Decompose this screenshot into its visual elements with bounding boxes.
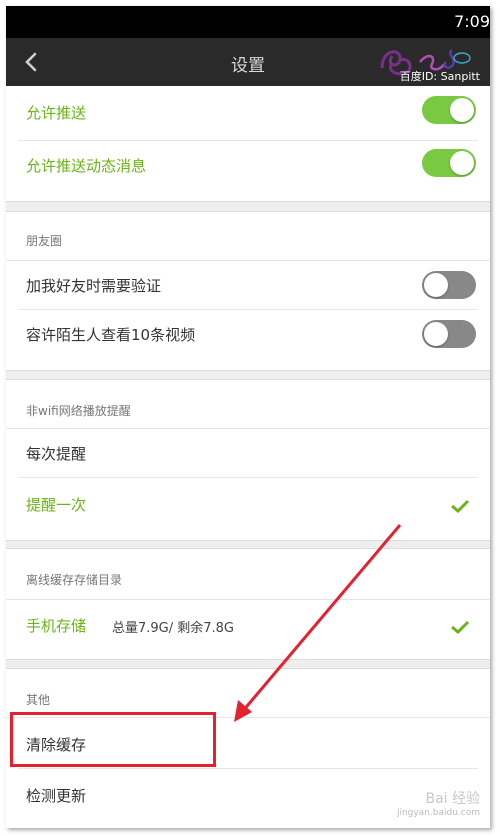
- non-wifi-option-every[interactable]: 每次提醒: [6, 428, 490, 478]
- stranger-view-label: 容许陌生人查看10条视频: [26, 326, 196, 344]
- stranger-view-row[interactable]: 容许陌生人查看10条视频: [6, 310, 490, 360]
- checkmark-icon: [451, 620, 470, 635]
- non-wifi-option-label: 提醒一次: [26, 496, 87, 514]
- offline-cache-card: 离线缓存存储目录 手机存储 总量7.9G/ 剩余7.8G: [6, 548, 490, 660]
- checkmark-icon: [451, 499, 470, 514]
- allow-push-row[interactable]: 允许推送: [6, 86, 490, 141]
- watermark-logo: 百度ID: Sanpitt: [362, 38, 482, 86]
- watermark-url-text: jingyan.baidu.com: [396, 808, 480, 818]
- verify-on-add-label: 加我好友时需要验证: [26, 277, 162, 295]
- moments-section-header: 朋友圈: [26, 234, 63, 248]
- watermark-brand-text: Bai 经验: [425, 791, 480, 807]
- push-card: 允许推送 允许推送动态消息: [6, 86, 490, 202]
- watermark-id-text: 百度ID: Sanpitt: [399, 70, 480, 83]
- allow-push-dynamic-toggle[interactable]: [422, 149, 476, 177]
- status-time: 7:09: [454, 12, 490, 31]
- check-update-label: 检测更新: [26, 787, 87, 805]
- status-bar: 7:09: [6, 6, 490, 38]
- phone-storage-label: 手机存储: [26, 617, 87, 635]
- stranger-view-toggle[interactable]: [422, 320, 476, 348]
- allow-push-toggle[interactable]: [422, 96, 476, 124]
- offline-cache-section-header: 离线缓存存储目录: [26, 573, 123, 587]
- phone-screen: 7:09 设置 百度ID: Sanpitt 允许推送 允许推送动态消息 朋友圈 …: [6, 6, 490, 828]
- moments-card: 朋友圈 加我好友时需要验证 容许陌生人查看10条视频: [6, 211, 490, 371]
- storage-info: 总量7.9G/ 剩余7.8G: [112, 621, 235, 636]
- other-section-header: 其他: [26, 693, 51, 707]
- bottom-watermark: Bai 经验 jingyan.baidu.com: [397, 792, 480, 820]
- non-wifi-option-label: 每次提醒: [26, 445, 87, 463]
- title-bar: 设置 百度ID: Sanpitt: [6, 38, 490, 86]
- verify-on-add-row[interactable]: 加我好友时需要验证: [6, 260, 490, 310]
- allow-push-label: 允许推送: [26, 104, 87, 122]
- phone-storage-row[interactable]: 手机存储 总量7.9G/ 剩余7.8G: [6, 599, 490, 654]
- non-wifi-section-header: 非wifi网络播放提醒: [26, 404, 131, 418]
- non-wifi-card: 非wifi网络播放提醒 每次提醒 提醒一次: [6, 379, 490, 541]
- verify-on-add-toggle[interactable]: [422, 271, 476, 299]
- allow-push-dynamic-row[interactable]: 允许推送动态消息: [6, 141, 490, 196]
- highlight-box: [10, 712, 216, 767]
- non-wifi-option-once[interactable]: 提醒一次: [6, 478, 490, 533]
- allow-push-dynamic-label: 允许推送动态消息: [26, 157, 147, 175]
